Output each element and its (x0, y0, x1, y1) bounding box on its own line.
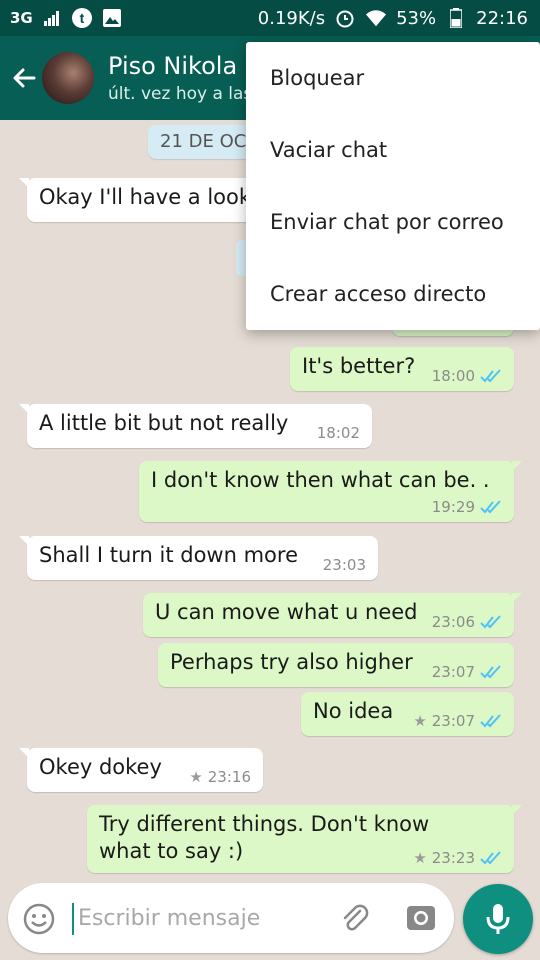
menu-item-block[interactable]: Bloquear (270, 66, 364, 90)
message-text: A little bit but not really (39, 411, 289, 435)
battery-icon (445, 7, 467, 29)
signal-icon (41, 7, 63, 29)
paperclip-icon[interactable] (338, 901, 372, 935)
message-meta: 23:03 (323, 556, 366, 574)
menu-item-email-chat[interactable]: Enviar chat por correo (270, 210, 504, 234)
message-time: 19:29 (431, 498, 475, 516)
message-time: 23:06 (431, 613, 475, 631)
overflow-menu: Bloquear Vaciar chat Enviar chat por cor… (246, 42, 540, 330)
status-bar: 3G t 0.19K/s 53% 22:16 (0, 0, 540, 36)
double-check-icon (480, 714, 501, 728)
double-check-icon (480, 369, 501, 383)
double-check-icon (480, 851, 501, 865)
message-time: 23:07 (431, 663, 475, 681)
message-meta: ★ 23:23 (413, 849, 502, 867)
message-text-line-1: Try different things. Don't know (99, 812, 430, 836)
svg-text:t: t (79, 10, 84, 26)
message-meta: ★ 23:16 (189, 768, 251, 786)
message-composer (8, 883, 454, 953)
message-time: 23:23 (431, 849, 475, 867)
tumblr-icon: t (71, 7, 93, 29)
star-icon: ★ (413, 849, 427, 867)
message-text: No idea (313, 699, 394, 723)
message-time: 23:07 (431, 712, 475, 730)
message-text: Okey dokey (39, 755, 162, 779)
message-time: 23:16 (207, 768, 251, 786)
message-outgoing[interactable]: I don't know then what can be. . 19:29 (139, 461, 522, 522)
status-bar-right: 0.19K/s 53% 22:16 (258, 7, 528, 29)
message-meta: 23:07 (432, 663, 502, 681)
message-text: It's better? (302, 354, 416, 378)
message-time: 18:02 (316, 424, 360, 442)
message-meta: 23:06 (432, 613, 502, 631)
message-incoming[interactable]: Okay I'll have a look (19, 178, 267, 222)
message-time: 18:00 (431, 367, 475, 385)
message-text: Shall I turn it down more (39, 543, 298, 567)
menu-item-clear-chat[interactable]: Vaciar chat (270, 138, 387, 162)
star-icon: ★ (189, 768, 203, 786)
last-seen-status: últ. vez hoy a las (108, 84, 253, 104)
message-outgoing[interactable]: U can move what u need 23:06 (143, 593, 522, 637)
message-meta: 18:02 (317, 424, 360, 442)
message-outgoing[interactable]: It's better? 18:00 (290, 347, 514, 391)
message-text: I don't know then what can be. . (151, 468, 490, 492)
message-time: 23:03 (322, 556, 366, 574)
emoji-icon[interactable] (22, 902, 56, 936)
back-arrow-icon[interactable] (8, 62, 40, 94)
menu-item-create-shortcut[interactable]: Crear acceso directo (270, 282, 486, 306)
avatar[interactable] (42, 52, 94, 104)
message-incoming[interactable]: Shall I turn it down more 23:03 (19, 536, 378, 580)
image-icon (101, 7, 123, 29)
double-check-icon (480, 500, 501, 514)
microphone-icon[interactable] (463, 884, 533, 954)
message-outgoing[interactable]: Perhaps try also higher 23:07 (158, 643, 514, 687)
double-check-icon (480, 665, 501, 679)
network-label: 3G (10, 9, 33, 27)
network-speed: 0.19K/s (257, 7, 326, 29)
message-input[interactable] (78, 901, 328, 935)
status-time: 22:16 (476, 7, 528, 29)
alarm-icon (334, 7, 356, 29)
message-incoming[interactable]: Okey dokey ★ 23:16 (19, 748, 263, 792)
camera-icon[interactable] (404, 901, 438, 935)
battery-percent: 53% (396, 7, 437, 29)
message-outgoing[interactable]: No idea ★ 23:07 (301, 692, 514, 736)
wifi-icon (365, 7, 387, 29)
message-text-line-2: what to say :) (99, 839, 244, 863)
message-text: U can move what u need (155, 600, 418, 624)
message-meta: 19:29 (432, 498, 502, 516)
message-outgoing[interactable]: Try different things. Don't know what to… (87, 805, 522, 873)
text-caret (72, 903, 74, 935)
double-check-icon (480, 615, 501, 629)
message-incoming[interactable]: A little bit but not really 18:02 (19, 404, 372, 448)
star-icon: ★ (413, 712, 427, 730)
message-meta: 18:00 (432, 367, 502, 385)
status-bar-left: 3G t (10, 7, 123, 29)
message-text: Perhaps try also higher (170, 650, 413, 674)
message-meta: ★ 23:07 (413, 712, 502, 730)
message-text: Okay I'll have a look (39, 185, 252, 209)
contact-name[interactable]: Piso Nikola (108, 52, 237, 80)
